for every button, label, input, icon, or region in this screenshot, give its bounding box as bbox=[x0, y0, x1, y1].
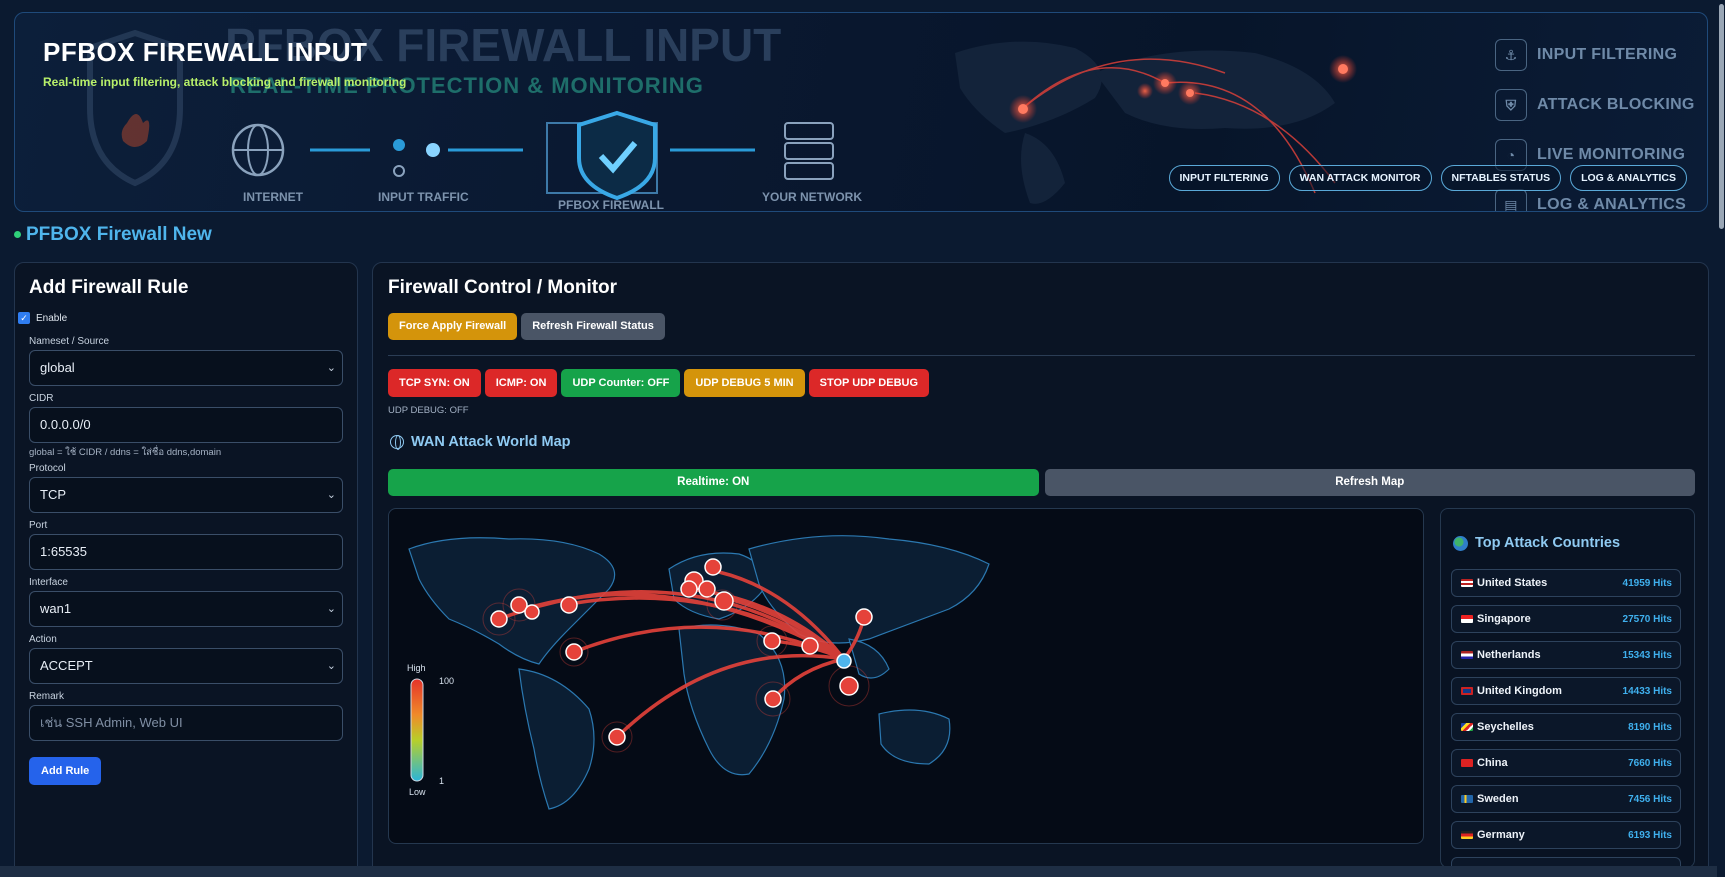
country-row[interactable]: United Kingdom 14433 Hits bbox=[1451, 677, 1681, 705]
remark-input[interactable]: เช่น SSH Admin, Web UI bbox=[29, 705, 343, 741]
port-input[interactable]: 1:65535 bbox=[29, 534, 343, 570]
chevron-down-icon: ⌄ bbox=[326, 489, 336, 501]
top-countries-heading: Top Attack Countries bbox=[1453, 535, 1620, 551]
feature-input-filtering: ⚓ INPUT FILTERING bbox=[1495, 39, 1677, 71]
svg-text:YOUR NETWORK: YOUR NETWORK bbox=[762, 190, 862, 204]
nav-log-analytics[interactable]: LOG & ANALYTICS bbox=[1570, 165, 1687, 191]
earth-icon bbox=[1453, 535, 1468, 551]
action-field: Action ACCEPT ⌄ bbox=[29, 634, 343, 684]
flag-uk-icon bbox=[1461, 687, 1473, 695]
nav-nftables-status[interactable]: NFTABLES STATUS bbox=[1440, 165, 1562, 191]
add-rule-heading: Add Firewall Rule bbox=[29, 277, 189, 298]
globe-icon bbox=[390, 435, 404, 450]
country-row[interactable]: Netherlands 15343 Hits bbox=[1451, 641, 1681, 669]
nav-input-filtering[interactable]: INPUT FILTERING bbox=[1168, 165, 1280, 191]
banner-title: PFBOX FIREWALL INPUT bbox=[43, 37, 368, 67]
vertical-scrollbar[interactable] bbox=[1717, 0, 1725, 877]
svg-text:100: 100 bbox=[439, 676, 454, 686]
country-row[interactable]: Germany 6193 Hits bbox=[1451, 821, 1681, 849]
cidr-input[interactable]: 0.0.0.0/0 bbox=[29, 407, 343, 443]
udp-counter-toggle[interactable]: UDP Counter: OFF bbox=[561, 369, 681, 397]
refresh-firewall-status-button[interactable]: Refresh Firewall Status bbox=[521, 313, 665, 340]
flag-sg-icon bbox=[1461, 615, 1473, 623]
horizontal-scrollbar[interactable] bbox=[0, 866, 1725, 877]
flag-cn-icon bbox=[1461, 759, 1473, 767]
svg-text:Low: Low bbox=[409, 787, 426, 797]
map-title: WAN Attack World Map bbox=[390, 434, 571, 450]
flag-us-icon bbox=[1461, 579, 1473, 587]
flag-nl-icon bbox=[1461, 651, 1473, 659]
action-select[interactable]: ACCEPT ⌄ bbox=[29, 648, 343, 684]
firewall-control-panel: Firewall Control / Monitor Force Apply F… bbox=[372, 262, 1709, 877]
icmp-toggle[interactable]: ICMP: ON bbox=[484, 369, 558, 397]
map-legend: High 100 1 Low bbox=[407, 663, 454, 797]
svg-text:INTERNET: INTERNET bbox=[243, 190, 304, 204]
control-heading: Firewall Control / Monitor bbox=[388, 277, 618, 298]
chevron-down-icon: ⌄ bbox=[326, 660, 336, 672]
scroll-thumb[interactable] bbox=[1719, 4, 1724, 229]
banner-subtitle: Real-time input filtering, attack blocki… bbox=[43, 75, 407, 89]
svg-text:INPUT TRAFFIC: INPUT TRAFFIC bbox=[378, 190, 469, 204]
remark-field: Remark เช่น SSH Admin, Web UI bbox=[29, 691, 343, 741]
hero-banner: PFBOX FIREWALL INPUT REAL-TIME PROTECTIO… bbox=[14, 12, 1708, 212]
flag-se-icon bbox=[1461, 795, 1473, 803]
interface-field: Interface wan1 ⌄ bbox=[29, 577, 343, 627]
enable-checkbox[interactable]: ✓ bbox=[18, 312, 30, 324]
country-row[interactable]: Seychelles 8190 Hits bbox=[1451, 713, 1681, 741]
banner-nav: INPUT FILTERING WAN ATTACK MONITOR NFTAB… bbox=[1168, 165, 1687, 191]
flag-sc-icon bbox=[1461, 723, 1473, 731]
realtime-toggle[interactable]: Realtime: ON bbox=[388, 469, 1039, 496]
cidr-hint: global = ใช้ CIDR / ddns = ใส่ชื่อ ddns,… bbox=[29, 447, 222, 458]
chevron-down-icon: ⌄ bbox=[326, 362, 336, 374]
feature-log-analytics: ▤ LOG & ANALYTICS bbox=[1495, 189, 1686, 211]
chevron-down-icon: ⌄ bbox=[326, 603, 336, 615]
country-row[interactable]: Sweden 7456 Hits bbox=[1451, 785, 1681, 813]
svg-text:PFBOX FIREWALL: PFBOX FIREWALL bbox=[558, 198, 664, 211]
divider bbox=[388, 355, 1695, 356]
enable-checkbox-row[interactable]: ✓ Enable bbox=[18, 312, 67, 324]
status-dot bbox=[14, 231, 21, 239]
site-title: PFBOX Firewall New bbox=[14, 224, 212, 246]
nameset-field: Nameset / Source global ⌄ bbox=[29, 336, 343, 386]
country-row[interactable]: Singapore 27570 Hits bbox=[1451, 605, 1681, 633]
tcp-syn-toggle[interactable]: TCP SYN: ON bbox=[388, 369, 481, 397]
protocol-select[interactable]: TCP ⌄ bbox=[29, 477, 343, 513]
udp-debug-5min-button[interactable]: UDP DEBUG 5 MIN bbox=[684, 369, 805, 397]
force-apply-button[interactable]: Force Apply Firewall bbox=[388, 313, 518, 340]
attack-world-map[interactable]: High 100 1 Low bbox=[388, 508, 1424, 844]
world-map-svg: High 100 1 Low bbox=[407, 535, 990, 810]
cidr-field: CIDR 0.0.0.0/0 global = ใช้ CIDR / ddns … bbox=[29, 393, 343, 460]
stop-udp-debug-button[interactable]: STOP UDP DEBUG bbox=[808, 369, 930, 397]
svg-text:High: High bbox=[407, 663, 426, 673]
interface-select[interactable]: wan1 ⌄ bbox=[29, 591, 343, 627]
country-row[interactable]: China 7660 Hits bbox=[1451, 749, 1681, 777]
udp-debug-status: UDP DEBUG: OFF bbox=[388, 405, 469, 416]
nav-wan-attack-monitor[interactable]: WAN ATTACK MONITOR bbox=[1288, 165, 1432, 191]
nameset-select[interactable]: global ⌄ bbox=[29, 350, 343, 386]
protocol-field: Protocol TCP ⌄ bbox=[29, 463, 343, 513]
refresh-map-button[interactable]: Refresh Map bbox=[1044, 469, 1695, 496]
add-rule-button[interactable]: Add Rule bbox=[29, 757, 102, 785]
flag-de-icon bbox=[1461, 831, 1473, 839]
top-attack-countries: Top Attack Countries United States 41959 … bbox=[1440, 508, 1695, 868]
feature-attack-blocking: ⛨ ATTACK BLOCKING bbox=[1495, 89, 1695, 121]
port-field: Port 1:65535 bbox=[29, 520, 343, 570]
svg-text:1: 1 bbox=[439, 776, 444, 786]
country-row[interactable]: United States 41959 Hits bbox=[1451, 569, 1681, 597]
